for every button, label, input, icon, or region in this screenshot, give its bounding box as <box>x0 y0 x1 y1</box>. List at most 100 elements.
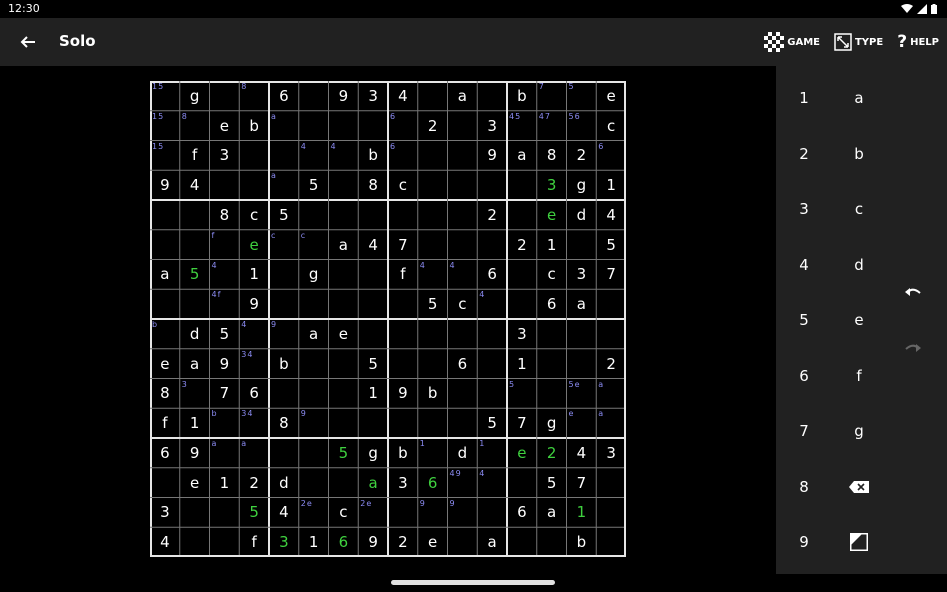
board-cell[interactable]: 45 <box>507 111 537 141</box>
board-cell[interactable]: g <box>537 408 567 438</box>
board-cell[interactable]: a <box>150 260 180 290</box>
board-cell[interactable] <box>329 468 359 498</box>
board-cell[interactable]: 6 <box>388 141 418 171</box>
board-cell[interactable]: 1 <box>180 408 210 438</box>
key-f[interactable]: f <box>831 356 887 396</box>
game-menu-button[interactable]: GAME <box>764 32 820 52</box>
board-cell[interactable]: 5 <box>210 319 240 349</box>
board-cell[interactable]: c <box>269 230 299 260</box>
board-cell[interactable] <box>507 527 537 557</box>
board-cell[interactable]: 1 <box>239 260 269 290</box>
board-cell[interactable] <box>299 289 329 319</box>
board-cell[interactable]: 1 <box>418 438 448 468</box>
board-cell[interactable] <box>448 170 478 200</box>
board-cell[interactable]: g <box>299 260 329 290</box>
key-5[interactable]: 5 <box>776 300 832 340</box>
board-cell[interactable]: 9 <box>269 319 299 349</box>
board-cell[interactable] <box>477 81 507 111</box>
board-cell[interactable] <box>448 408 478 438</box>
board-cell[interactable] <box>358 408 388 438</box>
board-cell[interactable]: 8 <box>537 141 567 171</box>
board-cell[interactable]: b <box>358 141 388 171</box>
board-cell[interactable]: 4 <box>477 468 507 498</box>
board-cell[interactable]: a <box>537 498 567 528</box>
back-button[interactable] <box>14 28 42 56</box>
key-a[interactable]: a <box>831 78 887 118</box>
board-cell[interactable]: 49 <box>448 468 478 498</box>
board-cell[interactable] <box>448 319 478 349</box>
board-cell[interactable] <box>358 111 388 141</box>
key-7[interactable]: 7 <box>776 411 832 451</box>
board-cell[interactable]: 6 <box>537 289 567 319</box>
board-cell[interactable] <box>388 349 418 379</box>
board-cell[interactable]: a <box>358 468 388 498</box>
board-cell[interactable]: a <box>507 141 537 171</box>
board-cell[interactable]: 1 <box>358 379 388 409</box>
board-cell[interactable]: 1 <box>596 170 626 200</box>
board-cell[interactable]: 2 <box>388 527 418 557</box>
board-cell[interactable] <box>269 260 299 290</box>
board-cell[interactable] <box>180 498 210 528</box>
board-cell[interactable] <box>507 200 537 230</box>
board-cell[interactable] <box>596 289 626 319</box>
board-cell[interactable]: f <box>150 408 180 438</box>
board-cell[interactable]: 4 <box>418 260 448 290</box>
board-cell[interactable] <box>329 349 359 379</box>
board-cell[interactable] <box>507 260 537 290</box>
board-cell[interactable]: 7 <box>210 379 240 409</box>
board-cell[interactable] <box>448 141 478 171</box>
board-cell[interactable] <box>477 498 507 528</box>
board-cell[interactable]: 9 <box>329 81 359 111</box>
board-cell[interactable]: 6 <box>150 438 180 468</box>
board-cell[interactable]: 47 <box>537 111 567 141</box>
board-cell[interactable]: b <box>507 81 537 111</box>
board-cell[interactable]: 5e <box>567 379 597 409</box>
board-cell[interactable]: 6 <box>596 141 626 171</box>
board-cell[interactable]: 4f <box>210 289 240 319</box>
board-cell[interactable]: f <box>388 260 418 290</box>
board-cell[interactable] <box>507 170 537 200</box>
board-cell[interactable]: a <box>210 438 240 468</box>
board-cell[interactable]: 9 <box>418 498 448 528</box>
board-cell[interactable] <box>358 260 388 290</box>
board-cell[interactable]: a <box>269 170 299 200</box>
board-cell[interactable] <box>299 111 329 141</box>
board-cell[interactable] <box>448 527 478 557</box>
board-cell[interactable]: f <box>210 230 240 260</box>
board-cell[interactable] <box>210 81 240 111</box>
board-cell[interactable]: d <box>567 200 597 230</box>
board-cell[interactable]: 5 <box>358 349 388 379</box>
board-cell[interactable]: e <box>507 438 537 468</box>
board-cell[interactable]: 15 <box>150 111 180 141</box>
board-cell[interactable]: 15 <box>150 141 180 171</box>
board-cell[interactable]: 2e <box>299 498 329 528</box>
board-cell[interactable]: 5 <box>239 498 269 528</box>
board-cell[interactable]: 3 <box>180 379 210 409</box>
board-cell[interactable]: 3 <box>537 170 567 200</box>
board-cell[interactable]: 6 <box>239 379 269 409</box>
board-cell[interactable]: 4 <box>448 260 478 290</box>
board-cell[interactable]: 5 <box>299 170 329 200</box>
board-cell[interactable]: d <box>269 468 299 498</box>
board-cell[interactable] <box>537 379 567 409</box>
board-cell[interactable] <box>239 170 269 200</box>
board-cell[interactable]: a <box>180 349 210 379</box>
board-cell[interactable] <box>329 260 359 290</box>
board-cell[interactable]: 5 <box>418 289 448 319</box>
board-cell[interactable]: 56 <box>567 111 597 141</box>
board-cell[interactable]: d <box>180 319 210 349</box>
board-cell[interactable]: 1 <box>507 349 537 379</box>
board-cell[interactable]: 5 <box>507 379 537 409</box>
board-cell[interactable]: b <box>418 379 448 409</box>
board-cell[interactable] <box>596 319 626 349</box>
board-cell[interactable] <box>448 111 478 141</box>
board-cell[interactable] <box>299 349 329 379</box>
key-d[interactable]: d <box>831 245 887 285</box>
board-cell[interactable] <box>477 170 507 200</box>
board-cell[interactable]: e <box>537 200 567 230</box>
board-cell[interactable]: 5 <box>537 468 567 498</box>
board-cell[interactable]: 2 <box>418 111 448 141</box>
board-cell[interactable]: 9 <box>239 289 269 319</box>
board-cell[interactable] <box>388 408 418 438</box>
key-9[interactable]: 9 <box>776 522 832 562</box>
